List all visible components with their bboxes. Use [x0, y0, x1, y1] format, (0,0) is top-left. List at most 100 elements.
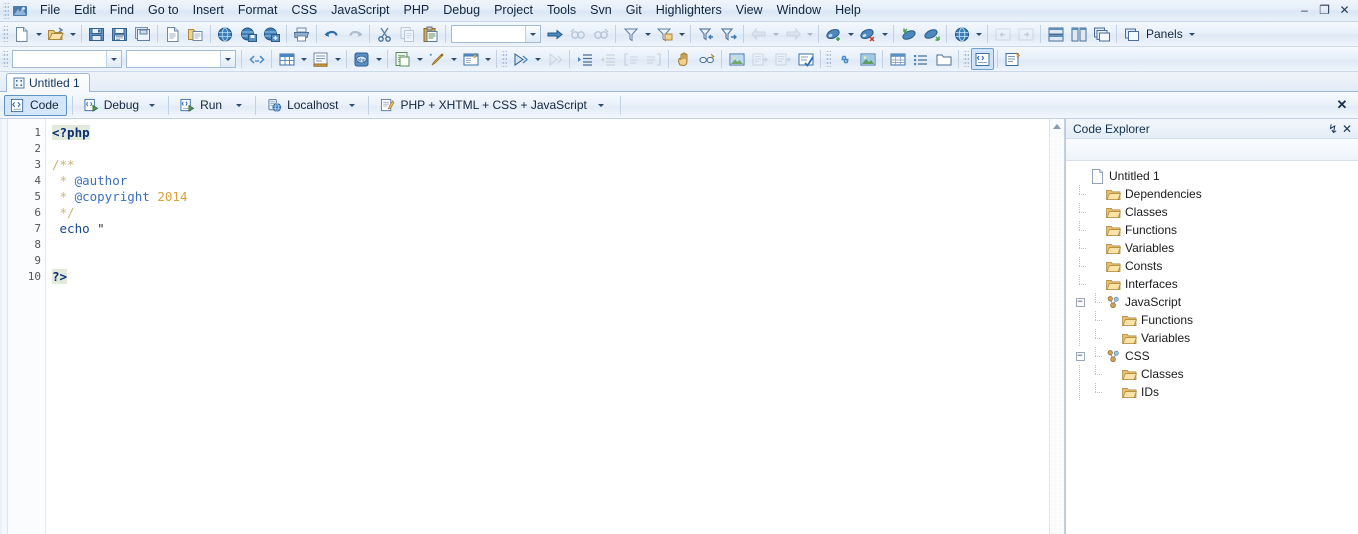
secondary-toolbar-grip[interactable] — [2, 51, 8, 67]
insert-right-icon[interactable] — [771, 48, 794, 70]
filter-folder-icon[interactable] — [653, 23, 676, 45]
new-file-icon[interactable] — [10, 23, 33, 45]
search-combo[interactable] — [451, 25, 541, 43]
php-snippet-dropdown[interactable] — [373, 48, 384, 70]
comment-icon[interactable] — [619, 48, 642, 70]
menu-bar-grip[interactable] — [3, 2, 9, 19]
highlighter-button[interactable]: PHP + XHTML + CSS + JavaScript — [374, 95, 611, 116]
tree-item-variables[interactable]: Variables — [1072, 239, 1358, 257]
html-snippet-dropdown[interactable] — [414, 48, 425, 70]
save-all-icon[interactable] — [131, 23, 154, 45]
preview-browser-icon[interactable] — [950, 23, 973, 45]
tree-item-dependencies[interactable]: Dependencies — [1072, 185, 1358, 203]
find-next-icon[interactable] — [589, 23, 612, 45]
tree-item-classes[interactable]: Classes — [1072, 365, 1358, 383]
debug-dropdown-icon[interactable] — [149, 103, 156, 107]
filter-folder-dropdown[interactable] — [676, 23, 687, 45]
layout-cascade-icon[interactable] — [1090, 23, 1113, 45]
tag-combo-dropdown[interactable] — [106, 51, 121, 67]
insert-group-grip[interactable] — [825, 51, 831, 67]
menu-item-highlighters[interactable]: Highlighters — [649, 1, 729, 21]
main-toolbar-grip[interactable] — [2, 26, 8, 42]
hand-icon[interactable] — [672, 48, 695, 70]
layout-vertical-icon[interactable] — [1067, 23, 1090, 45]
menu-item-find[interactable]: Find — [103, 1, 141, 21]
image-icon[interactable] — [725, 48, 748, 70]
open-folder-icon[interactable] — [184, 23, 207, 45]
attribute-combo-dropdown[interactable] — [220, 51, 235, 67]
link-icon[interactable] — [833, 48, 856, 70]
nav-forward-icon[interactable] — [1014, 23, 1037, 45]
validate-dropdown[interactable] — [482, 48, 493, 70]
wand-icon[interactable] — [425, 48, 448, 70]
tree-item-ids[interactable]: IDs — [1072, 383, 1358, 401]
tag-combo[interactable] — [12, 50, 122, 68]
save-icon[interactable] — [85, 23, 108, 45]
menu-item-git[interactable]: Git — [619, 1, 649, 21]
panels-button[interactable]: Panels — [1120, 23, 1199, 45]
tree-item-consts[interactable]: Consts — [1072, 257, 1358, 275]
menu-item-goto[interactable]: Go to — [141, 1, 186, 21]
bookmark-add-icon[interactable] — [822, 23, 845, 45]
minimize-button[interactable]: – — [1295, 1, 1314, 18]
outdent-icon[interactable] — [596, 48, 619, 70]
tree-item-functions[interactable]: Functions — [1072, 221, 1358, 239]
menu-item-view[interactable]: View — [729, 1, 770, 21]
restore-button[interactable]: ❐ — [1315, 1, 1334, 18]
find-go-icon[interactable] — [543, 23, 566, 45]
close-panel-icon[interactable]: ✕ — [1340, 122, 1354, 136]
debug-step-icon[interactable] — [543, 48, 566, 70]
layout-horizontal-icon[interactable] — [1044, 23, 1067, 45]
debug-button[interactable]: Debug — [78, 95, 163, 116]
forward-icon[interactable] — [781, 23, 804, 45]
redo-icon[interactable] — [343, 23, 366, 45]
table-insert-icon[interactable] — [886, 48, 909, 70]
tools-group-grip[interactable] — [501, 51, 507, 67]
menu-item-help[interactable]: Help — [828, 1, 868, 21]
upload-icon[interactable] — [260, 23, 283, 45]
check-icon[interactable] — [794, 48, 817, 70]
bookmark-next-icon[interactable] — [920, 23, 943, 45]
highlighter-dropdown-icon[interactable] — [597, 103, 604, 107]
publish-icon[interactable] — [214, 23, 237, 45]
cut-icon[interactable] — [373, 23, 396, 45]
search-combo-dropdown[interactable] — [525, 26, 540, 42]
open-file-dropdown[interactable] — [67, 23, 78, 45]
validate-icon[interactable] — [459, 48, 482, 70]
document-tab-untitled-1[interactable]: Untitled 1 — [6, 73, 90, 92]
table-dropdown[interactable] — [298, 48, 309, 70]
design-view-icon[interactable] — [1001, 48, 1024, 70]
new-from-template-icon[interactable] — [161, 23, 184, 45]
spellcheck-icon[interactable] — [695, 48, 718, 70]
menu-item-window[interactable]: Window — [770, 1, 828, 21]
localhost-button[interactable]: Localhost — [261, 95, 363, 116]
indent-icon[interactable] — [573, 48, 596, 70]
filter-forward-icon[interactable] — [717, 23, 740, 45]
menu-item-svn[interactable]: Svn — [583, 1, 619, 21]
bookmark-remove-icon[interactable] — [856, 23, 879, 45]
tree-item-variables[interactable]: Variables — [1072, 329, 1358, 347]
tree-toggle-collapse-icon[interactable]: − — [1072, 347, 1088, 365]
menu-item-edit[interactable]: Edit — [67, 1, 103, 21]
back-icon[interactable] — [747, 23, 770, 45]
run-script-dropdown[interactable] — [532, 48, 543, 70]
list-icon[interactable] — [909, 48, 932, 70]
wand-dropdown[interactable] — [448, 48, 459, 70]
preview-browser-dropdown[interactable] — [973, 23, 984, 45]
download-icon[interactable] — [237, 23, 260, 45]
menu-item-insert[interactable]: Insert — [186, 1, 231, 21]
copy-icon[interactable] — [396, 23, 419, 45]
menu-item-format[interactable]: Format — [231, 1, 285, 21]
php-snippet-icon[interactable]: php — [350, 48, 373, 70]
insert-left-icon[interactable] — [748, 48, 771, 70]
print-icon[interactable] — [290, 23, 313, 45]
folder-icon[interactable] — [932, 48, 955, 70]
run-dropdown-icon[interactable] — [236, 103, 243, 107]
editor-vertical-scrollbar[interactable] — [1049, 119, 1064, 534]
menu-item-file[interactable]: File — [33, 1, 67, 21]
filter-dropdown[interactable] — [642, 23, 653, 45]
menu-item-css[interactable]: CSS — [284, 1, 324, 21]
tree-item-untitled-1[interactable]: Untitled 1 — [1072, 167, 1358, 185]
html-snippet-icon[interactable] — [391, 48, 414, 70]
bookmark-remove-dropdown[interactable] — [879, 23, 890, 45]
